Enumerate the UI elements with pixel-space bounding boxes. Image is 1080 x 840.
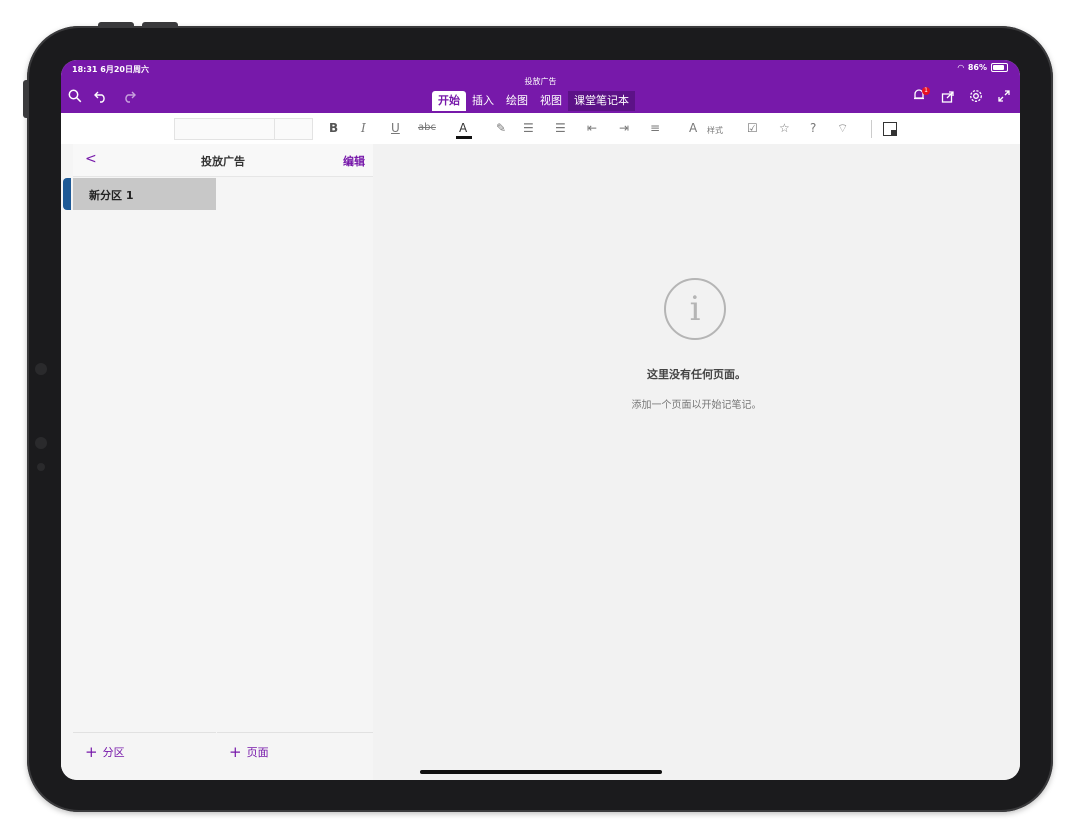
fullscreen-icon[interactable] [997,89,1011,106]
indent-icon[interactable]: ⇥ [619,120,629,136]
add-page-bar: + 页面 [217,732,373,780]
tab-view[interactable]: 视图 [534,91,568,111]
camera-sensor [35,363,47,375]
highlighter-icon[interactable]: ✎ [496,120,506,136]
tab-draw[interactable]: 绘图 [500,91,534,111]
undo-icon[interactable] [94,89,108,106]
add-section-button[interactable]: + 分区 [85,743,125,761]
add-page-button[interactable]: + 页面 [229,743,269,761]
home-indicator[interactable] [420,770,662,774]
tab-insert[interactable]: 插入 [466,91,500,111]
volume-button [142,22,178,27]
section-item[interactable]: 新分区 1 [63,178,216,210]
bullet-list-icon[interactable]: ☰ [523,120,534,136]
battery-icon [991,63,1008,72]
camera-sensor [37,463,45,471]
outdent-icon[interactable]: ⇤ [587,120,597,136]
add-page-label: 页面 [246,746,269,759]
section-color-tab [63,178,71,210]
section-label: 新分区 1 [89,189,134,202]
share-icon[interactable] [941,89,955,106]
power-button [23,80,28,118]
document-title: 投放广告 [524,77,557,86]
notification-badge: 1 [922,87,930,95]
info-icon: i [664,278,726,340]
empty-state-title: 这里没有任何页面。 [647,368,746,381]
strikethrough-button[interactable]: abc [418,120,436,136]
gear-icon[interactable] [969,89,983,106]
page-list [217,176,374,780]
font-selector[interactable] [174,118,313,140]
bold-button[interactable]: B [329,120,338,136]
screen: 18:31 6月20日周六 ◠ 86% 投放广告 开始 插入 绘图 视图 课堂笔… [61,60,1020,780]
align-icon[interactable]: ≡ [650,120,660,136]
add-section-label: 分区 [102,746,125,759]
notebook-title: 投放广告 [201,155,245,168]
plus-icon: + [85,743,98,761]
numbered-list-icon[interactable]: ☰ [555,120,566,136]
styles-label[interactable]: 样式 [707,123,723,139]
camera-sensor [35,437,47,449]
sticky-note-icon[interactable] [883,122,897,136]
ribbon-divider [871,120,872,138]
plus-icon: + [229,743,242,761]
redo-icon[interactable] [122,89,136,106]
volume-button [98,22,134,27]
section-list [61,144,218,780]
tab-home[interactable]: 开始 [432,91,466,111]
more-tags-icon[interactable]: ⌔ [837,120,848,136]
search-icon[interactable] [68,89,82,106]
underline-button[interactable]: U [391,120,400,136]
status-time: 18:31 6月20日周六 [72,65,149,74]
font-color-swatch [456,136,472,139]
notebook-header: < 投放广告 编辑 [73,144,373,177]
font-color-button[interactable]: A [459,120,467,136]
question-tag-button[interactable]: ? [810,120,816,136]
status-indicators: ◠ 86% [958,63,1008,72]
tab-class-notebook[interactable]: 课堂笔记本 [568,91,635,111]
italic-button[interactable]: I [361,120,366,136]
ribbon-tabs: 开始 插入 绘图 视图 课堂笔记本 [432,91,635,111]
checkbox-tag-icon[interactable]: ☑ [747,120,758,136]
battery-percent: 86% [967,63,987,72]
empty-state-subtitle: 添加一个页面以开始记笔记。 [631,400,762,411]
page-canvas [373,144,1020,780]
wifi-icon: ◠ [957,63,964,72]
edit-button[interactable]: 编辑 [343,153,365,169]
title-bar: 18:31 6月20日周六 ◠ 86% 投放广告 开始 插入 绘图 视图 课堂笔… [61,60,1020,113]
styles-icon[interactable]: A [689,120,697,136]
format-ribbon: B I U abc A ✎ ☰ ☰ ⇤ ⇥ ≡ A 样式 ☑ ☆ ? ⌔ [61,113,1020,145]
add-section-bar: + 分区 [73,732,216,780]
star-tag-icon[interactable]: ☆ [779,120,790,136]
